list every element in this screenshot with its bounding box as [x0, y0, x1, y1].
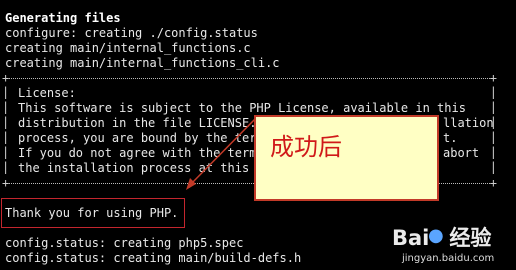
callout-text: 成功后 [270, 133, 342, 161]
watermark-logo-text: Bai [392, 226, 430, 250]
annotation-callout: 成功后 [254, 115, 439, 201]
watermark-url: jingyan.baidu.com [402, 253, 495, 264]
watermark-logo-suffix: 经验 [449, 226, 492, 250]
paw-icon: ● [428, 225, 444, 246]
watermark: Bai 经验 ● jingyan.baidu.com [392, 222, 512, 268]
annotation-arrow-line [189, 117, 257, 186]
